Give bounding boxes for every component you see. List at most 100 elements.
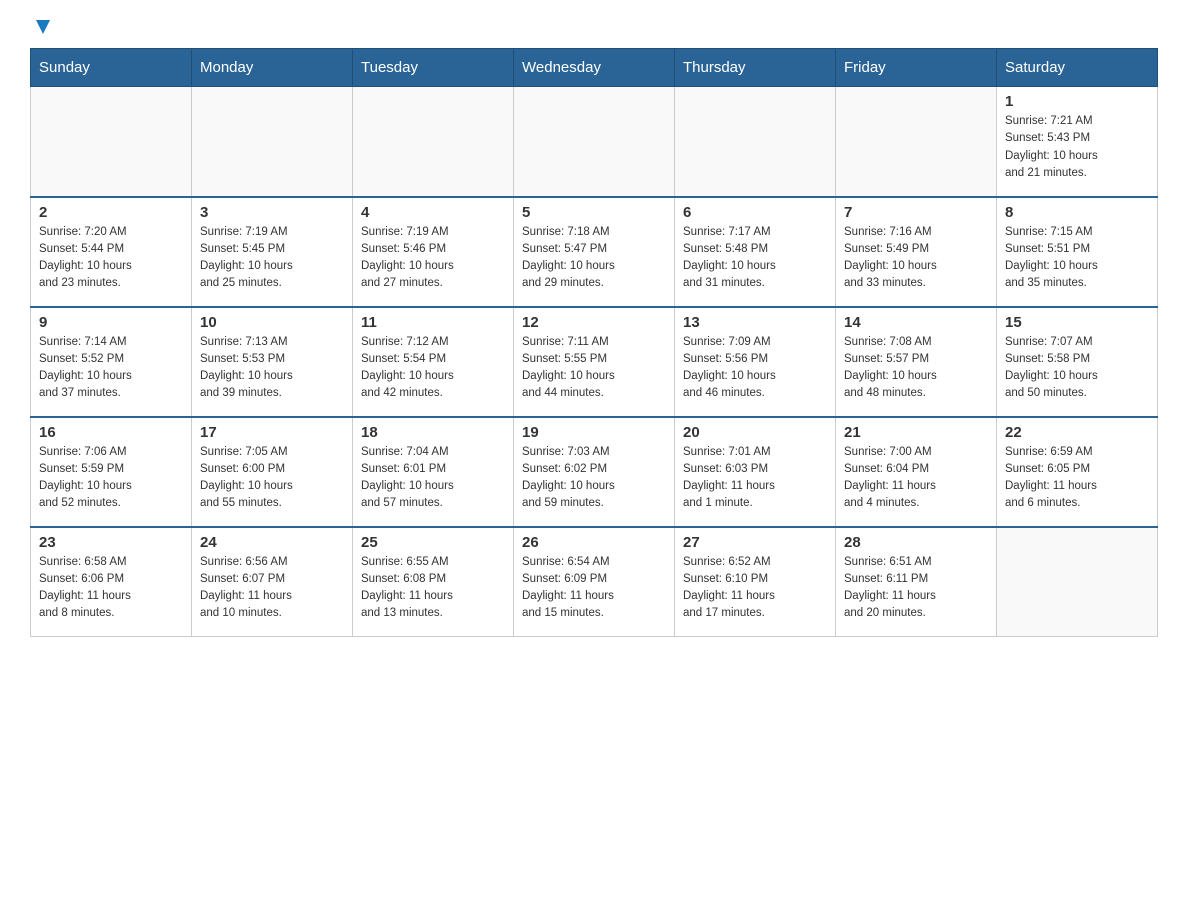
day-info: Sunrise: 7:06 AM Sunset: 5:59 PM Dayligh… [39,444,183,513]
day-number: 7 [844,204,988,221]
weekday-header-monday: Monday [192,49,353,87]
day-number: 15 [1005,314,1149,331]
day-info: Sunrise: 7:19 AM Sunset: 5:45 PM Dayligh… [200,224,344,293]
calendar-cell [31,87,192,197]
calendar-header-row: SundayMondayTuesdayWednesdayThursdayFrid… [31,49,1158,87]
day-number: 25 [361,534,505,551]
day-info: Sunrise: 6:54 AM Sunset: 6:09 PM Dayligh… [522,554,666,623]
day-number: 24 [200,534,344,551]
day-number: 9 [39,314,183,331]
day-info: Sunrise: 6:52 AM Sunset: 6:10 PM Dayligh… [683,554,827,623]
day-number: 5 [522,204,666,221]
calendar-cell: 26 Sunrise: 6:54 AM Sunset: 6:09 PM Dayli… [514,527,675,637]
calendar-cell: 22 Sunrise: 6:59 AM Sunset: 6:05 PM Dayli… [997,417,1158,527]
calendar-week-row: 16 Sunrise: 7:06 AM Sunset: 5:59 PM Dayli… [31,417,1158,527]
day-info: Sunrise: 6:58 AM Sunset: 6:06 PM Dayligh… [39,554,183,623]
day-info: Sunrise: 7:20 AM Sunset: 5:44 PM Dayligh… [39,224,183,293]
calendar-cell [192,87,353,197]
day-info: Sunrise: 6:55 AM Sunset: 6:08 PM Dayligh… [361,554,505,623]
day-info: Sunrise: 7:14 AM Sunset: 5:52 PM Dayligh… [39,334,183,403]
day-info: Sunrise: 7:17 AM Sunset: 5:48 PM Dayligh… [683,224,827,293]
day-info: Sunrise: 7:19 AM Sunset: 5:46 PM Dayligh… [361,224,505,293]
day-info: Sunrise: 7:11 AM Sunset: 5:55 PM Dayligh… [522,334,666,403]
calendar-cell: 23 Sunrise: 6:58 AM Sunset: 6:06 PM Dayli… [31,527,192,637]
day-info: Sunrise: 7:12 AM Sunset: 5:54 PM Dayligh… [361,334,505,403]
day-number: 17 [200,424,344,441]
calendar-cell [514,87,675,197]
day-number: 4 [361,204,505,221]
day-number: 26 [522,534,666,551]
day-info: Sunrise: 7:00 AM Sunset: 6:04 PM Dayligh… [844,444,988,513]
calendar-cell [675,87,836,197]
day-info: Sunrise: 7:07 AM Sunset: 5:58 PM Dayligh… [1005,334,1149,403]
day-number: 23 [39,534,183,551]
day-info: Sunrise: 6:56 AM Sunset: 6:07 PM Dayligh… [200,554,344,623]
calendar-cell: 10 Sunrise: 7:13 AM Sunset: 5:53 PM Dayli… [192,307,353,417]
calendar-cell: 28 Sunrise: 6:51 AM Sunset: 6:11 PM Dayli… [836,527,997,637]
day-number: 13 [683,314,827,331]
calendar-cell [836,87,997,197]
calendar-cell: 14 Sunrise: 7:08 AM Sunset: 5:57 PM Dayli… [836,307,997,417]
calendar-week-row: 2 Sunrise: 7:20 AM Sunset: 5:44 PM Daylig… [31,197,1158,307]
weekday-header-sunday: Sunday [31,49,192,87]
calendar-week-row: 9 Sunrise: 7:14 AM Sunset: 5:52 PM Daylig… [31,307,1158,417]
calendar-cell: 8 Sunrise: 7:15 AM Sunset: 5:51 PM Daylig… [997,197,1158,307]
calendar-cell: 15 Sunrise: 7:07 AM Sunset: 5:58 PM Dayli… [997,307,1158,417]
calendar-cell: 9 Sunrise: 7:14 AM Sunset: 5:52 PM Daylig… [31,307,192,417]
day-info: Sunrise: 6:59 AM Sunset: 6:05 PM Dayligh… [1005,444,1149,513]
day-number: 21 [844,424,988,441]
calendar-cell: 20 Sunrise: 7:01 AM Sunset: 6:03 PM Dayli… [675,417,836,527]
day-info: Sunrise: 7:18 AM Sunset: 5:47 PM Dayligh… [522,224,666,293]
day-number: 8 [1005,204,1149,221]
day-number: 18 [361,424,505,441]
calendar-cell: 27Sunrise: 6:52 AM Sunset: 6:10 PM Dayli… [675,527,836,637]
calendar-cell: 17 Sunrise: 7:05 AM Sunset: 6:00 PM Dayli… [192,417,353,527]
day-info: Sunrise: 7:21 AM Sunset: 5:43 PM Dayligh… [1005,113,1149,182]
weekday-header-thursday: Thursday [675,49,836,87]
calendar-cell: 4 Sunrise: 7:19 AM Sunset: 5:46 PM Daylig… [353,197,514,307]
day-info: Sunrise: 7:15 AM Sunset: 5:51 PM Dayligh… [1005,224,1149,293]
day-number: 1 [1005,93,1149,110]
calendar-cell [353,87,514,197]
weekday-header-wednesday: Wednesday [514,49,675,87]
day-number: 22 [1005,424,1149,441]
calendar-cell: 3 Sunrise: 7:19 AM Sunset: 5:45 PM Daylig… [192,197,353,307]
logo [30,20,54,32]
day-number: 2 [39,204,183,221]
weekday-header-friday: Friday [836,49,997,87]
day-info: Sunrise: 7:03 AM Sunset: 6:02 PM Dayligh… [522,444,666,513]
calendar-cell: 12 Sunrise: 7:11 AM Sunset: 5:55 PM Dayli… [514,307,675,417]
day-number: 14 [844,314,988,331]
calendar-table: SundayMondayTuesdayWednesdayThursdayFrid… [30,48,1158,637]
day-number: 12 [522,314,666,331]
day-number: 19 [522,424,666,441]
calendar-cell: 24 Sunrise: 6:56 AM Sunset: 6:07 PM Dayli… [192,527,353,637]
calendar-week-row: 23 Sunrise: 6:58 AM Sunset: 6:06 PM Dayli… [31,527,1158,637]
calendar-cell: 18Sunrise: 7:04 AM Sunset: 6:01 PM Dayli… [353,417,514,527]
day-info: Sunrise: 7:13 AM Sunset: 5:53 PM Dayligh… [200,334,344,403]
day-info: Sunrise: 6:51 AM Sunset: 6:11 PM Dayligh… [844,554,988,623]
calendar-cell: 7 Sunrise: 7:16 AM Sunset: 5:49 PM Daylig… [836,197,997,307]
page-header [30,20,1158,32]
day-number: 16 [39,424,183,441]
calendar-week-row: 1 Sunrise: 7:21 AM Sunset: 5:43 PM Daylig… [31,87,1158,197]
calendar-cell: 5 Sunrise: 7:18 AM Sunset: 5:47 PM Daylig… [514,197,675,307]
day-number: 6 [683,204,827,221]
day-info: Sunrise: 7:16 AM Sunset: 5:49 PM Dayligh… [844,224,988,293]
weekday-header-tuesday: Tuesday [353,49,514,87]
calendar-cell: 19 Sunrise: 7:03 AM Sunset: 6:02 PM Dayli… [514,417,675,527]
day-info: Sunrise: 7:05 AM Sunset: 6:00 PM Dayligh… [200,444,344,513]
day-number: 28 [844,534,988,551]
calendar-cell: 13Sunrise: 7:09 AM Sunset: 5:56 PM Dayli… [675,307,836,417]
day-info: Sunrise: 7:08 AM Sunset: 5:57 PM Dayligh… [844,334,988,403]
day-number: 10 [200,314,344,331]
calendar-cell: 6 Sunrise: 7:17 AM Sunset: 5:48 PM Daylig… [675,197,836,307]
logo-triangle-icon [32,16,54,38]
weekday-header-saturday: Saturday [997,49,1158,87]
calendar-cell: 11Sunrise: 7:12 AM Sunset: 5:54 PM Dayli… [353,307,514,417]
day-number: 3 [200,204,344,221]
day-number: 20 [683,424,827,441]
calendar-cell [997,527,1158,637]
calendar-cell: 21 Sunrise: 7:00 AM Sunset: 6:04 PM Dayli… [836,417,997,527]
day-info: Sunrise: 7:01 AM Sunset: 6:03 PM Dayligh… [683,444,827,513]
